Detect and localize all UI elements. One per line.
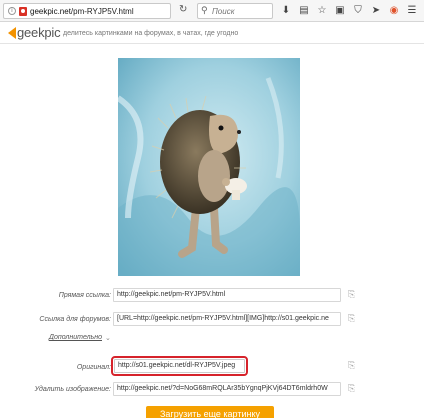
reload-icon[interactable]: ↻ <box>179 4 187 16</box>
original-link-field[interactable]: http://s01.geekpic.net/dl-RYJP5V.jpeg <box>111 356 248 376</box>
delete-label: Удалить изображение: <box>34 386 111 393</box>
avast-icon[interactable]: ◉ <box>387 4 401 18</box>
copy-forum-icon[interactable]: ⎘ <box>348 314 357 324</box>
delete-link-field[interactable]: http://geekpic.net/?d=NoG68mRQLAr35bYgnq… <box>113 382 341 396</box>
hedgehog-photo <box>118 58 300 276</box>
uploaded-image[interactable] <box>118 58 300 276</box>
url-host: geekpic.net <box>30 7 71 16</box>
browser-toolbar: i geekpic.net/pm-RYJP5V.html ↻ ⚲ ⬇ ▤ ☆ ▣… <box>0 0 424 22</box>
send-icon[interactable]: ➤ <box>369 4 383 18</box>
tagline: делитесь картинками на форумах, в чатах,… <box>63 30 239 37</box>
menu-icon[interactable]: ☰ <box>405 4 419 18</box>
direct-link-label: Прямая ссылка: <box>58 292 111 299</box>
search-input[interactable] <box>212 6 270 16</box>
copy-delete-icon[interactable]: ⎘ <box>348 384 357 394</box>
logo-text: geekpic <box>17 25 61 40</box>
search-bar[interactable]: ⚲ <box>197 3 273 19</box>
upload-more-button[interactable]: Загрузить еще картинку <box>146 406 274 418</box>
shield-icon[interactable]: ⛉ <box>351 4 365 18</box>
forum-link-field[interactable]: [URL=http://geekpic.net/pm-RYJP5V.html][… <box>113 312 341 326</box>
download-icon[interactable]: ⬇ <box>279 4 293 18</box>
more-options-link[interactable]: Дополнительно <box>49 334 102 341</box>
search-icon: ⚲ <box>201 6 208 16</box>
star-icon[interactable]: ☆ <box>315 4 329 18</box>
chevron-down-icon[interactable]: ⌄ <box>105 334 111 342</box>
site-favicon <box>19 7 27 16</box>
address-bar[interactable]: i geekpic.net/pm-RYJP5V.html <box>3 3 171 19</box>
original-label: Оригинал: <box>76 364 111 371</box>
url-path: /pm-RYJP5V.html <box>70 7 134 16</box>
copy-original-icon[interactable]: ⎘ <box>348 361 357 371</box>
bookmarks-list-icon[interactable]: ▤ <box>297 4 311 18</box>
logo[interactable]: geekpic <box>8 25 61 41</box>
reader-icon[interactable]: ▣ <box>333 4 347 18</box>
address-url[interactable]: geekpic.net/pm-RYJP5V.html <box>30 7 134 16</box>
copy-link-icon[interactable]: ⎘ <box>348 290 357 300</box>
info-icon[interactable]: i <box>8 7 16 15</box>
logo-mark-icon <box>8 26 16 39</box>
forum-link-label: Ссылка для форумов: <box>39 316 111 323</box>
site-header: geekpic делитесь картинками на форумах, … <box>0 22 424 44</box>
direct-link-field[interactable]: http://geekpic.net/pm-RYJP5V.html <box>113 288 341 302</box>
